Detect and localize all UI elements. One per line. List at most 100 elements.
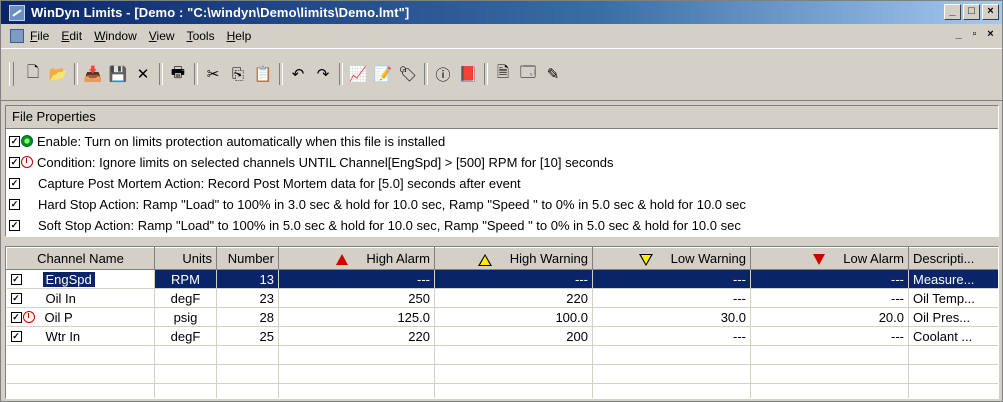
col-header-channel-name[interactable]: Channel Name: [6, 247, 155, 270]
delete-icon[interactable]: ✕: [132, 63, 154, 85]
install-icon[interactable]: 📥: [82, 63, 104, 85]
property-checkbox[interactable]: ✓: [9, 198, 20, 210]
low-alarm-cell[interactable]: 20.0: [750, 307, 909, 327]
property-text[interactable]: Condition: Ignore limits on selected cha…: [37, 155, 614, 170]
edit-limits-icon[interactable]: 📝: [372, 63, 394, 85]
col-header-high-warning[interactable]: High Warning: [434, 247, 593, 270]
toolbar-separator: [424, 63, 428, 85]
high-warning-cell[interactable]: 100.0: [434, 307, 593, 327]
tag-icon[interactable]: 🏷: [397, 63, 419, 85]
menu-help[interactable]: Help: [227, 29, 252, 43]
menu-file[interactable]: File: [30, 29, 49, 43]
low-warning-cell[interactable]: ---: [592, 326, 751, 346]
toolbar-buttons: 🗋 📂 📥 💾 ✕ 🖶 ✂ ⎘ 📋 ↶ ↷ 📈 📝 🏷 ⓘ 📕 🗎 🗔 ✎: [9, 61, 567, 87]
property-text[interactable]: Capture Post Mortem Action: Record Post …: [38, 176, 521, 191]
paste-icon[interactable]: 📋: [252, 63, 274, 85]
property-checkbox[interactable]: ✓: [9, 219, 20, 231]
book-icon[interactable]: 📕: [457, 63, 479, 85]
property-text[interactable]: Enable: Turn on limits protection automa…: [37, 134, 445, 149]
title-bar[interactable]: WinDyn Limits - [Demo : "C:\windyn\Demo\…: [1, 1, 1002, 24]
toolbar-grip[interactable]: [9, 62, 14, 86]
document-icon[interactable]: 🗎: [492, 63, 514, 85]
enabled-icon: [21, 135, 33, 147]
number-cell[interactable]: 25: [216, 326, 279, 346]
menu-window[interactable]: Window: [94, 29, 137, 43]
description-cell[interactable]: Oil Temp...: [908, 288, 998, 308]
app-icon[interactable]: [9, 4, 25, 21]
high-warning-cell[interactable]: 200: [434, 326, 593, 346]
low-warning-cell[interactable]: ---: [592, 269, 751, 289]
print-icon[interactable]: 🖶: [167, 63, 189, 85]
redo-icon[interactable]: ↷: [312, 63, 334, 85]
high-alarm-cell[interactable]: ---: [278, 269, 435, 289]
channel-name-cell[interactable]: ✓ Oil In: [6, 288, 155, 308]
table-row[interactable]: ✓ Oil P psig 28 125.0 100.0 30.0 20.0 Oil Pres..…: [6, 307, 998, 327]
new-file-icon[interactable]: 🗋: [22, 63, 44, 85]
menu-view[interactable]: View: [149, 29, 175, 43]
document-window-icon[interactable]: [10, 28, 24, 43]
col-header-low-warning[interactable]: Low Warning: [592, 247, 751, 270]
col-header-low-alarm[interactable]: Low Alarm: [750, 247, 909, 270]
high-alarm-cell[interactable]: 250: [278, 288, 435, 308]
channel-name-cell[interactable]: ✓ EngSpd: [6, 269, 155, 289]
table-row[interactable]: ✓ Wtr In degF 25 220 200 --- --- Coolant ...: [6, 326, 998, 346]
property-text[interactable]: Soft Stop Action: Ramp "Load" to 100% in…: [38, 218, 741, 233]
maximize-button[interactable]: □: [963, 4, 980, 20]
channel-checkbox[interactable]: ✓: [10, 330, 22, 342]
number-cell[interactable]: 23: [216, 288, 279, 308]
high-alarm-cell[interactable]: 220: [278, 326, 435, 346]
doc-close-button[interactable]: ×: [983, 28, 998, 42]
col-header-high-alarm[interactable]: High Alarm: [278, 247, 435, 270]
col-header-units[interactable]: Units: [154, 247, 217, 270]
description-cell[interactable]: Oil Pres...: [908, 307, 998, 327]
empty-row: [6, 364, 998, 384]
units-cell[interactable]: degF: [154, 326, 217, 346]
open-folder-icon[interactable]: 📂: [47, 63, 69, 85]
low-alarm-cell[interactable]: ---: [750, 326, 909, 346]
property-text[interactable]: Hard Stop Action: Ramp "Load" to 100% in…: [38, 197, 746, 212]
channel-checkbox[interactable]: ✓: [10, 292, 22, 304]
low-alarm-cell[interactable]: ---: [750, 269, 909, 289]
low-warning-cell[interactable]: ---: [592, 288, 751, 308]
property-checkbox[interactable]: ✓: [9, 156, 20, 168]
high-warning-cell[interactable]: 220: [434, 288, 593, 308]
col-header-description[interactable]: Descripti...: [908, 247, 998, 270]
description-cell[interactable]: Measure...: [908, 269, 998, 289]
units-cell[interactable]: degF: [154, 288, 217, 308]
high-warning-cell[interactable]: ---: [434, 269, 593, 289]
panel-splitter[interactable]: [1, 238, 1002, 244]
units-cell[interactable]: psig: [154, 307, 217, 327]
menu-tools[interactable]: Tools: [187, 29, 215, 43]
properties-icon[interactable]: 🗔: [517, 63, 539, 85]
doc-minimize-button[interactable]: _: [951, 28, 966, 42]
info-icon[interactable]: ⓘ: [432, 63, 454, 85]
menu-edit[interactable]: Edit: [61, 29, 82, 43]
channel-checkbox[interactable]: ✓: [10, 273, 22, 285]
high-alarm-cell[interactable]: 125.0: [278, 307, 435, 327]
toolbar: 🗋 📂 📥 💾 ✕ 🖶 ✂ ⎘ 📋 ↶ ↷ 📈 📝 🏷 ⓘ 📕 🗎 🗔 ✎: [1, 48, 1002, 101]
minimize-button[interactable]: _: [944, 4, 961, 20]
number-cell[interactable]: 28: [216, 307, 279, 327]
low-alarm-cell[interactable]: ---: [750, 288, 909, 308]
units-cell[interactable]: RPM: [154, 269, 217, 289]
property-checkbox[interactable]: ✓: [9, 177, 20, 189]
copy-icon[interactable]: ⎘: [227, 63, 249, 85]
table-row[interactable]: ✓ EngSpd RPM 13 --- --- --- --- Measure...: [6, 269, 998, 289]
col-header-number[interactable]: Number: [216, 247, 279, 270]
channel-checkbox[interactable]: ✓: [10, 311, 22, 323]
property-checkbox[interactable]: ✓: [9, 135, 20, 147]
save-icon[interactable]: 💾: [107, 63, 129, 85]
table-row[interactable]: ✓ Oil In degF 23 250 220 --- --- Oil Temp...: [6, 288, 998, 308]
close-button[interactable]: ×: [982, 4, 999, 20]
number-cell[interactable]: 13: [216, 269, 279, 289]
doc-restore-button[interactable]: ▫: [967, 28, 982, 42]
description-cell[interactable]: Coolant ...: [908, 326, 998, 346]
channel-name-cell[interactable]: ✓ Oil P: [6, 307, 155, 327]
cut-icon[interactable]: ✂: [202, 63, 224, 85]
undo-icon[interactable]: ↶: [287, 63, 309, 85]
low-warning-cell[interactable]: 30.0: [592, 307, 751, 327]
pencil-icon[interactable]: ✎: [542, 63, 564, 85]
chart-icon[interactable]: 📈: [347, 63, 369, 85]
empty-cell: [6, 364, 155, 384]
channel-name-cell[interactable]: ✓ Wtr In: [6, 326, 155, 346]
